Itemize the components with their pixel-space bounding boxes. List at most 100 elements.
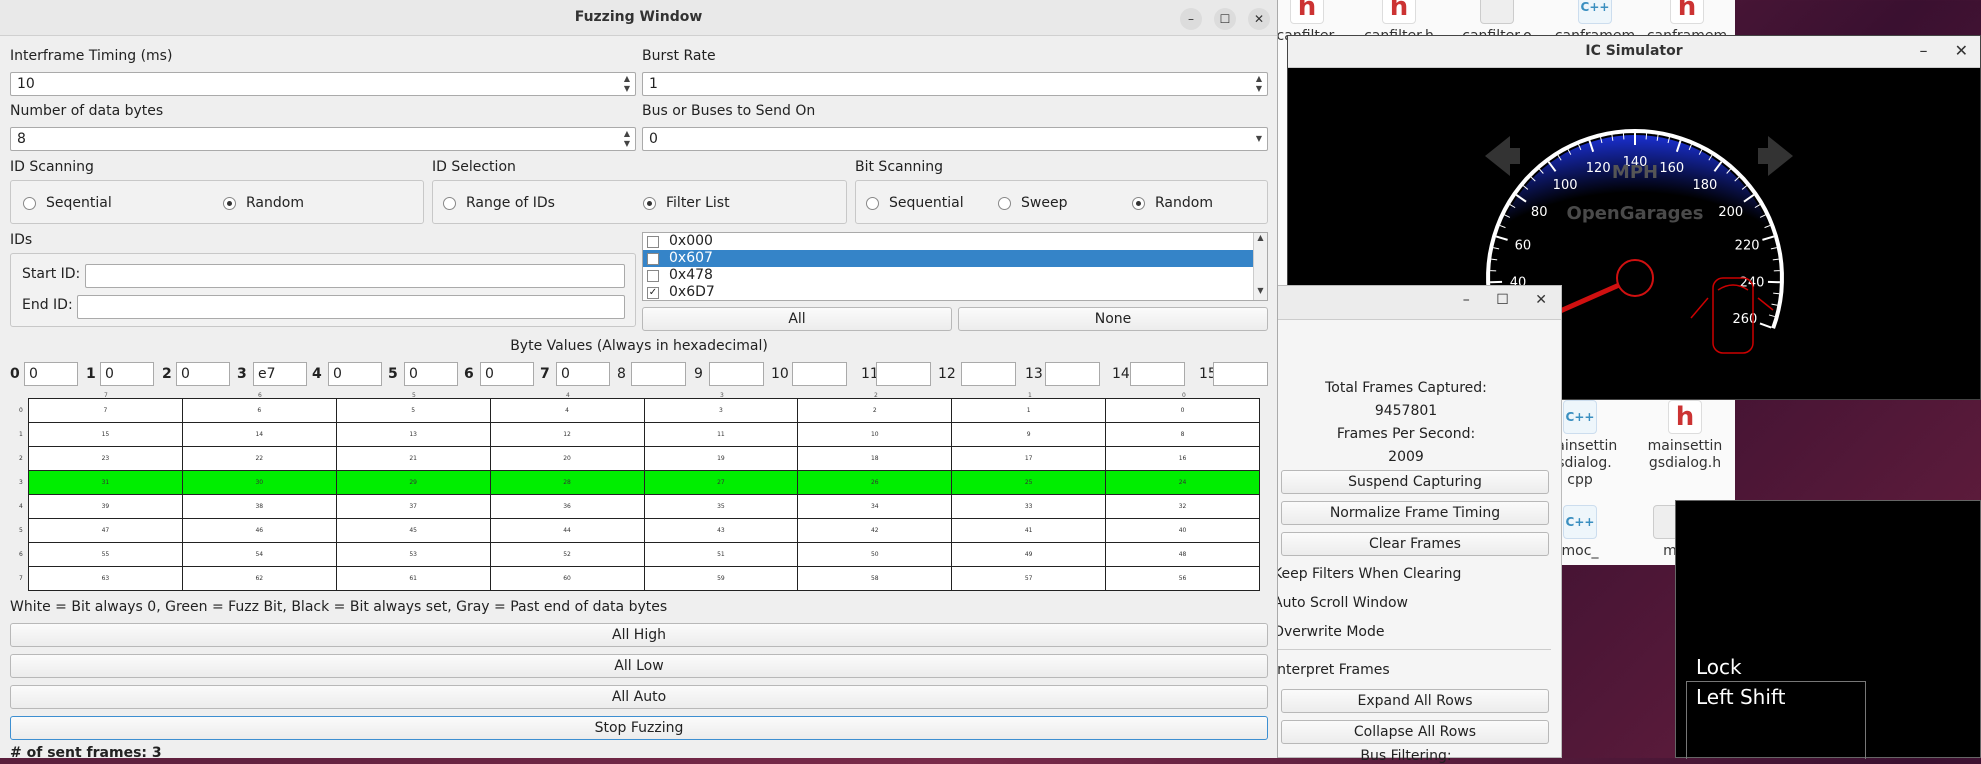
all-low-button[interactable]: All Low bbox=[10, 654, 1268, 678]
bit-cell[interactable]: 11 bbox=[644, 423, 798, 447]
bit-cell[interactable]: 31 bbox=[29, 471, 183, 495]
bus-select[interactable]: 0 ▼ bbox=[642, 127, 1268, 151]
select-none-button[interactable]: None bbox=[958, 307, 1268, 331]
bit-cell[interactable]: 13 bbox=[336, 423, 490, 447]
byte-value-input[interactable] bbox=[631, 362, 686, 386]
bit-cell[interactable]: 3 bbox=[644, 399, 798, 423]
bit-cell[interactable]: 54 bbox=[182, 543, 336, 567]
bit-cell[interactable]: 62 bbox=[182, 567, 336, 591]
bit-cell[interactable]: 40 bbox=[1106, 519, 1260, 543]
bit-cell[interactable]: 52 bbox=[490, 543, 644, 567]
bit-cell[interactable]: 60 bbox=[490, 567, 644, 591]
id-filter-list[interactable]: 0x000 0x607 0x478 ✓0x6D7 ▲▼ bbox=[642, 232, 1268, 301]
bit-cell[interactable]: 43 bbox=[644, 519, 798, 543]
byte-value-input[interactable]: 0 bbox=[480, 362, 534, 386]
bit-cell[interactable]: 6 bbox=[182, 399, 336, 423]
bit-cell[interactable]: 14 bbox=[182, 423, 336, 447]
bit-cell[interactable]: 12 bbox=[490, 423, 644, 447]
list-item[interactable]: 0x000 bbox=[643, 233, 1267, 250]
start-id-input[interactable] bbox=[85, 264, 625, 288]
stop-fuzzing-button[interactable]: Stop Fuzzing bbox=[10, 716, 1268, 740]
bit-cell[interactable]: 34 bbox=[798, 495, 952, 519]
spinner-arrows-icon[interactable]: ▲▼ bbox=[621, 74, 633, 94]
byte-value-input[interactable]: 0 bbox=[100, 362, 154, 386]
bit-cell[interactable]: 35 bbox=[644, 495, 798, 519]
close-icon[interactable]: ✕ bbox=[1248, 8, 1270, 30]
byte-value-input[interactable]: 0 bbox=[328, 362, 382, 386]
bit-cell[interactable]: 15 bbox=[29, 423, 183, 447]
bit-cell[interactable]: 33 bbox=[952, 495, 1106, 519]
bit-cell[interactable]: 29 bbox=[336, 471, 490, 495]
bit-cell[interactable]: 25 bbox=[952, 471, 1106, 495]
bit-cell[interactable]: 57 bbox=[952, 567, 1106, 591]
byte-value-input[interactable] bbox=[709, 362, 764, 386]
byte-value-input[interactable]: 0 bbox=[556, 362, 610, 386]
minimize-icon[interactable]: – bbox=[1180, 8, 1202, 30]
bit-cell[interactable]: 39 bbox=[29, 495, 183, 519]
bit-cell[interactable]: 9 bbox=[952, 423, 1106, 447]
minimize-icon[interactable]: – bbox=[1463, 292, 1470, 308]
bit-cell[interactable]: 47 bbox=[29, 519, 183, 543]
collapse-all-rows-button[interactable]: Collapse All Rows bbox=[1281, 720, 1549, 744]
bit-cell[interactable]: 63 bbox=[29, 567, 183, 591]
bit-cell[interactable]: 0 bbox=[1106, 399, 1260, 423]
bit-cell[interactable]: 37 bbox=[336, 495, 490, 519]
bit-cell[interactable]: 21 bbox=[336, 447, 490, 471]
checkbox-icon[interactable] bbox=[647, 270, 659, 282]
checkbox-icon[interactable] bbox=[647, 253, 659, 265]
bit-scan-random-radio[interactable]: Random bbox=[1132, 195, 1213, 211]
close-icon[interactable]: ✕ bbox=[1955, 41, 1968, 60]
minimize-icon[interactable]: – bbox=[1920, 41, 1928, 60]
list-item[interactable]: 0x607 bbox=[643, 250, 1267, 267]
fuzzing-titlebar[interactable]: Fuzzing Window – ☐ ✕ bbox=[0, 0, 1277, 36]
bit-cell[interactable]: 17 bbox=[952, 447, 1106, 471]
select-all-button[interactable]: All bbox=[642, 307, 952, 331]
bit-cell[interactable]: 42 bbox=[798, 519, 952, 543]
data-bytes-input[interactable]: 8 ▲▼ bbox=[10, 127, 636, 151]
byte-value-input[interactable] bbox=[1213, 362, 1268, 386]
bit-scan-sweep-radio[interactable]: Sweep bbox=[998, 195, 1067, 211]
byte-value-input[interactable] bbox=[792, 362, 847, 386]
bit-cell[interactable]: 23 bbox=[29, 447, 183, 471]
burst-rate-input[interactable]: 1 ▲▼ bbox=[642, 72, 1268, 96]
close-icon[interactable]: ✕ bbox=[1535, 292, 1547, 308]
byte-value-input[interactable] bbox=[961, 362, 1016, 386]
stats-titlebar[interactable]: – ☐ ✕ bbox=[1261, 286, 1561, 320]
overwrite-mode-checkbox[interactable]: Overwrite Mode bbox=[1273, 624, 1384, 640]
bit-cell[interactable]: 49 bbox=[952, 543, 1106, 567]
range-of-ids-radio[interactable]: Range of IDs bbox=[443, 195, 555, 211]
ic-simulator-titlebar[interactable]: IC Simulator – ✕ bbox=[1288, 36, 1980, 68]
spinner-arrows-icon[interactable]: ▲▼ bbox=[1253, 74, 1265, 94]
all-auto-button[interactable]: All Auto bbox=[10, 685, 1268, 709]
bit-cell[interactable]: 20 bbox=[490, 447, 644, 471]
byte-value-input[interactable]: 0 bbox=[24, 362, 78, 386]
bit-cell[interactable]: 1 bbox=[952, 399, 1106, 423]
bit-cell[interactable]: 61 bbox=[336, 567, 490, 591]
bit-cell[interactable]: 5 bbox=[336, 399, 490, 423]
bit-cell[interactable]: 18 bbox=[798, 447, 952, 471]
bit-cell[interactable]: 2 bbox=[798, 399, 952, 423]
bit-cell[interactable]: 48 bbox=[1106, 543, 1260, 567]
byte-value-input[interactable] bbox=[876, 362, 931, 386]
auto-scroll-checkbox[interactable]: Auto Scroll Window bbox=[1273, 595, 1408, 611]
bit-cell[interactable]: 26 bbox=[798, 471, 952, 495]
list-item[interactable]: ✓0x6D7 bbox=[643, 284, 1267, 301]
filter-list-radio[interactable]: Filter List bbox=[643, 195, 730, 211]
bit-cell[interactable]: 27 bbox=[644, 471, 798, 495]
clear-frames-button[interactable]: Clear Frames bbox=[1281, 532, 1549, 556]
list-scrollbar[interactable]: ▲▼ bbox=[1253, 233, 1267, 300]
bit-cell[interactable]: 4 bbox=[490, 399, 644, 423]
normalize-frame-timing-button[interactable]: Normalize Frame Timing bbox=[1281, 501, 1549, 525]
bit-cell[interactable]: 46 bbox=[182, 519, 336, 543]
byte-value-input[interactable] bbox=[1045, 362, 1100, 386]
bit-cell[interactable]: 53 bbox=[336, 543, 490, 567]
bit-cell[interactable]: 7 bbox=[29, 399, 183, 423]
bit-scan-sequential-radio[interactable]: Sequential bbox=[866, 195, 964, 211]
interpret-frames-checkbox[interactable]: Interpret Frames bbox=[1273, 662, 1390, 678]
bit-cell[interactable]: 55 bbox=[29, 543, 183, 567]
bit-cell[interactable]: 58 bbox=[798, 567, 952, 591]
bit-cell[interactable]: 10 bbox=[798, 423, 952, 447]
bit-cell[interactable]: 8 bbox=[1106, 423, 1260, 447]
bit-cell[interactable]: 28 bbox=[490, 471, 644, 495]
list-item[interactable]: 0x478 bbox=[643, 267, 1267, 284]
